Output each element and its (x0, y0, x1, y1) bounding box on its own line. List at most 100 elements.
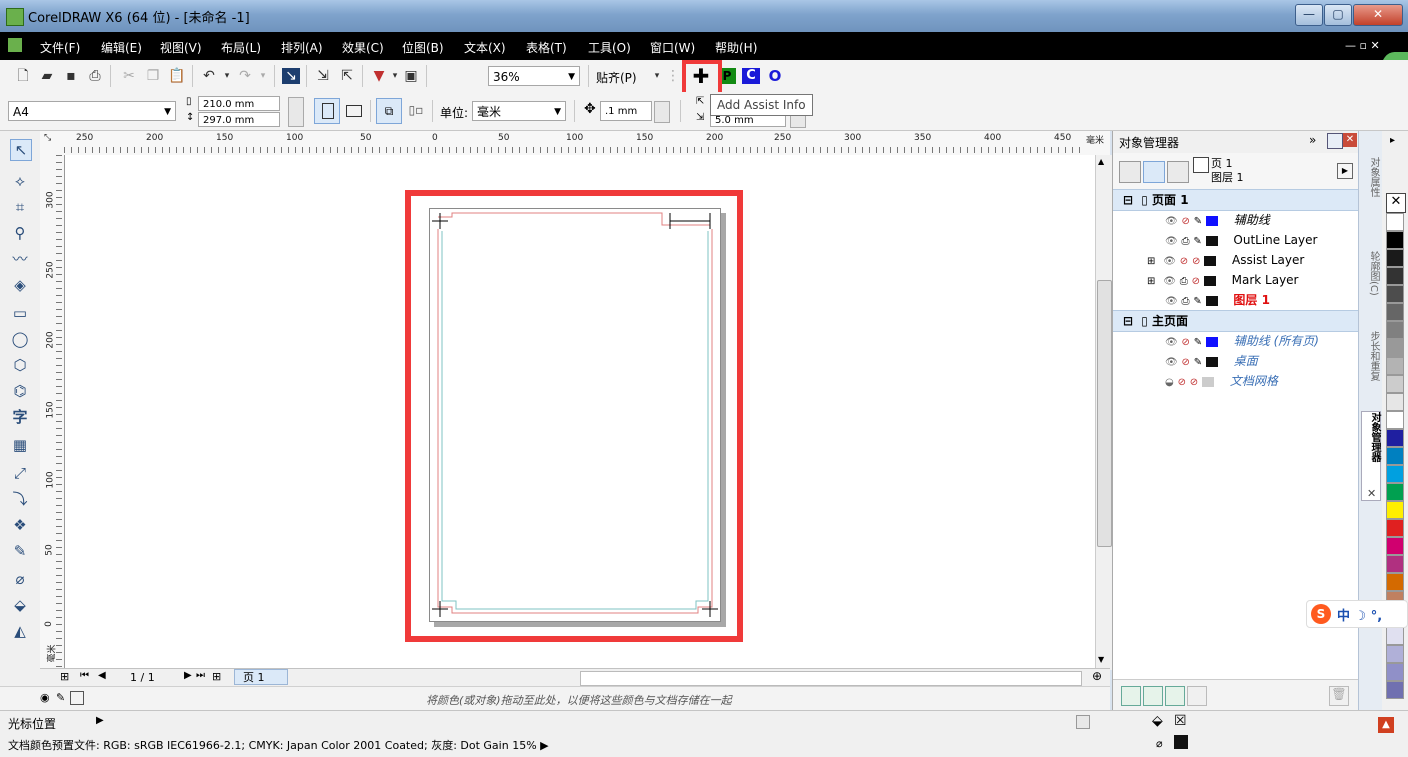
no-fill-swatch[interactable] (70, 691, 84, 705)
collapse-icon[interactable]: ⊟ (1123, 193, 1133, 207)
close-button[interactable]: ✕ (1353, 4, 1403, 26)
menu-bitmaps[interactable]: 位图(B) (402, 39, 444, 56)
import-icon[interactable]: ⇲ (314, 68, 332, 84)
paste-icon[interactable]: 📋 (168, 68, 186, 84)
user-icon[interactable]: ▲ (1378, 717, 1394, 733)
status-expand-icon[interactable]: ▶ (96, 715, 104, 726)
color-swatch[interactable] (1386, 321, 1404, 339)
minimize-docker-icon[interactable] (1327, 133, 1343, 149)
menu-text[interactable]: 文本(X) (464, 39, 506, 56)
blend-tool-icon[interactable]: ❖ (10, 515, 30, 535)
color-swatch[interactable] (1386, 249, 1404, 267)
save-icon[interactable]: ▪ (62, 68, 80, 84)
expand-icon[interactable]: ⊞ (1147, 256, 1155, 267)
zoom-tool-icon[interactable]: ⚲ (10, 223, 30, 243)
outline-pen-tool-icon[interactable]: ⌀ (10, 569, 30, 589)
eyedropper-tool-icon[interactable]: ✎ (10, 541, 30, 561)
visibility-icon[interactable]: 👁 (1163, 256, 1176, 267)
color-swatch[interactable] (1386, 663, 1404, 681)
text-tool-icon[interactable]: 字 (10, 407, 30, 427)
page-tab[interactable]: 页 1 (234, 669, 288, 685)
new-layer-icon[interactable] (1121, 686, 1141, 706)
previous-page-icon[interactable]: ◀ (98, 670, 106, 681)
open-folder-icon[interactable]: ▰ (38, 68, 56, 84)
edit-pencil-icon[interactable]: ✎ (1194, 357, 1202, 368)
visibility-icon[interactable]: 👁 (1165, 357, 1178, 368)
no-color-swatch[interactable]: ✕ (1386, 193, 1406, 213)
visibility-icon[interactable]: 👁 (1165, 296, 1178, 307)
lock-icon[interactable]: ⊘ (1192, 256, 1200, 267)
delete-icon[interactable]: 🗑 (1329, 686, 1349, 706)
print-disabled-icon[interactable]: ⊘ (1182, 337, 1190, 348)
print-icon[interactable]: ⎙ (1180, 276, 1188, 287)
tree-layer-mark[interactable]: ⊞ 👁 ⎙ ⊘ Mark Layer (1113, 270, 1359, 290)
vertical-scrollbar[interactable]: ▲ ▼ (1095, 155, 1113, 670)
menu-arrange[interactable]: 排列(A) (281, 39, 323, 56)
menu-table[interactable]: 表格(T) (526, 39, 567, 56)
layer-color-swatch[interactable] (1205, 295, 1218, 306)
basic-shapes-tool-icon[interactable]: ⌬ (10, 381, 30, 401)
ellipse-tool-icon[interactable]: ◯ (10, 329, 30, 349)
undo-dropdown-icon[interactable]: ▾ (218, 68, 236, 84)
color-swatch[interactable] (1386, 555, 1404, 573)
search-content-icon[interactable]: ↘ (282, 68, 300, 84)
table-tool-icon[interactable]: ▦ (10, 435, 30, 455)
vertical-ruler[interactable]: 300 250 200 150 100 50 0 毫米 (40, 155, 65, 670)
tree-layer-guides[interactable]: 👁 ⊘ ✎ 辅助线 (1113, 210, 1359, 230)
color-swatch[interactable] (1386, 501, 1404, 519)
horizontal-ruler[interactable]: ⤡ 250 200 150 100 50 0 50 100 150 200 25… (40, 131, 1110, 156)
ime-toolbar[interactable]: S 中 ☽ °, (1306, 600, 1408, 628)
color-swatch[interactable] (1386, 213, 1404, 231)
outline-color-swatch[interactable] (1174, 735, 1188, 749)
edit-across-layers-icon[interactable] (1143, 161, 1165, 183)
copy-icon[interactable]: ❐ (144, 68, 162, 84)
full-screen-preview-icon[interactable]: ▣ (402, 68, 420, 84)
color-swatch[interactable] (1386, 519, 1404, 537)
layer-color-swatch[interactable] (1205, 356, 1218, 367)
cut-icon[interactable]: ✂ (120, 68, 138, 84)
current-page-icon[interactable]: ▯▫ (404, 98, 428, 122)
layer-color-swatch[interactable] (1203, 275, 1216, 286)
color-swatch[interactable] (1386, 339, 1404, 357)
print-icon[interactable]: ⎙ (1182, 236, 1190, 247)
color-swatch[interactable] (1386, 267, 1404, 285)
minimize-button[interactable]: — (1295, 4, 1323, 26)
layer-color-swatch[interactable] (1205, 215, 1218, 226)
connector-tool-icon[interactable]: ⤵ (10, 489, 30, 509)
horizontal-scrollbar[interactable] (580, 671, 1082, 686)
tree-layer-desktop[interactable]: 👁 ⊘ ✎ 桌面 (1113, 351, 1359, 371)
color-swatch[interactable] (1386, 357, 1404, 375)
interactive-fill-tool-icon[interactable]: ◭ (10, 621, 30, 641)
layer-color-swatch[interactable] (1205, 336, 1218, 347)
undo-icon[interactable]: ↶ (200, 68, 218, 84)
edit-pencil-icon[interactable]: ✎ (1193, 236, 1201, 247)
tab-object-properties[interactable]: 对象属性 (1363, 157, 1379, 197)
lock-icon[interactable]: ⊘ (1192, 276, 1200, 287)
print-disabled-icon[interactable]: ⊘ (1178, 377, 1186, 388)
next-page-icon[interactable]: ▶ (184, 670, 192, 681)
print-disabled-icon[interactable]: ⊘ (1182, 216, 1190, 227)
layer-color-swatch[interactable] (1205, 235, 1218, 246)
page-size-select[interactable]: A4 ▼ (8, 101, 176, 121)
visibility-icon[interactable]: 👁 (1163, 276, 1176, 287)
color-swatch[interactable] (1386, 447, 1404, 465)
all-pages-icon[interactable]: ⧉ (376, 98, 402, 124)
collapse-icon[interactable]: ⊟ (1123, 314, 1133, 328)
visibility-hidden-icon[interactable]: ◒ (1165, 377, 1174, 388)
tree-layer-1[interactable]: 👁 ⎙ ✎ 图层 1 (1113, 290, 1359, 310)
tree-master-page[interactable]: ⊟ ▯ 主页面 (1113, 310, 1359, 332)
last-page-icon[interactable]: ⏭ (196, 670, 205, 681)
color-swatch[interactable] (1386, 465, 1404, 483)
print-icon[interactable]: ⎙ (86, 68, 104, 84)
add-page-before-icon[interactable]: ⊞ (60, 670, 69, 683)
view-icon[interactable] (1076, 715, 1090, 729)
polygon-tool-icon[interactable]: ⬡ (10, 355, 30, 375)
align-guides-icon[interactable]: ⋮ (664, 68, 682, 84)
ruler-origin-icon[interactable]: ⤡ (44, 133, 51, 143)
new-master-layer-icon[interactable] (1143, 686, 1163, 706)
dimension-tool-icon[interactable]: ⤢ (10, 463, 30, 483)
color-swatch[interactable] (1386, 645, 1404, 663)
print-disabled-icon[interactable]: ⊘ (1182, 357, 1190, 368)
color-swatch[interactable] (1386, 537, 1404, 555)
color-swatch[interactable] (1386, 573, 1404, 591)
